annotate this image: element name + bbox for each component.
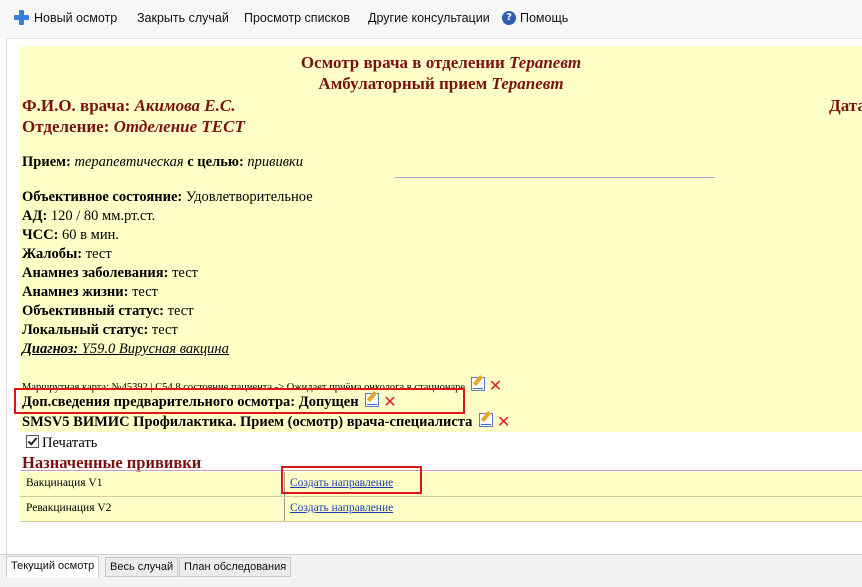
date-label: Дата <box>829 96 862 115</box>
edit-icon[interactable] <box>478 413 493 427</box>
bottom-tabs: Текущий осмотр Весь случай План обследов… <box>0 554 862 587</box>
plus-icon[interactable] <box>14 10 29 25</box>
new-exam-button[interactable]: Новый осмотр <box>34 11 117 25</box>
field-blood-pressure: АД: 120 / 80 мм.рт.ст. <box>22 208 156 224</box>
field-disease-history: Анамнез заболевания: тест <box>22 265 198 281</box>
department-line: Отделение: Отделение ТЕСТ <box>22 117 245 136</box>
delete-icon[interactable]: ✕ <box>489 378 502 394</box>
table-row: Вакцинация V1 Создать направление <box>20 472 862 497</box>
document-title: Осмотр врача в отделении Терапевт <box>300 53 582 72</box>
highlight-box <box>281 466 422 494</box>
field-life-history: Анамнез жизни: тест <box>22 284 158 300</box>
field-objective-status: Объективный статус: тест <box>22 303 194 319</box>
vaccinations-table: Вакцинация V1 Создать направление Ревакц… <box>20 472 862 522</box>
smsv-line: SMSV5 ВИМИС Профилактика. Прием (осмотр)… <box>22 412 511 431</box>
field-objective-state: Объективное состояние: Удовлетворительно… <box>22 189 313 205</box>
vaccination-name: Ревакцинация V2 <box>26 502 112 514</box>
department-name: Отделение ТЕСТ <box>113 117 245 136</box>
help-button[interactable]: Помощь <box>520 11 568 25</box>
doctor-name: Акимова Е.С. <box>134 96 236 115</box>
field-complaints: Жалобы: тест <box>22 246 112 262</box>
print-checkbox-row[interactable]: Печатать <box>26 435 97 452</box>
table-row: Ревакцинация V2 Создать направление <box>20 497 862 522</box>
toolbar: Новый осмотр Закрыть случай Просмотр спи… <box>0 0 862 38</box>
other-consults-button[interactable]: Другие консультации <box>368 11 490 25</box>
tab-examination-plan[interactable]: План обследования <box>179 557 292 577</box>
create-referral-link[interactable]: Создать направление <box>290 502 393 514</box>
highlight-box <box>14 388 465 414</box>
help-icon[interactable]: ? <box>502 11 516 25</box>
diagnosis-line: Диагноз: Y59.0 Вирусная вакцина <box>22 341 229 357</box>
divider <box>20 470 862 471</box>
close-case-button[interactable]: Закрыть случай <box>137 11 229 25</box>
divider <box>395 177 715 178</box>
tab-current-exam[interactable]: Текущий осмотр <box>6 556 100 578</box>
print-checkbox[interactable] <box>26 435 39 448</box>
divider <box>284 497 285 521</box>
edit-icon[interactable] <box>470 377 485 391</box>
vaccination-name: Вакцинация V1 <box>26 477 103 489</box>
print-label: Печатать <box>42 435 98 451</box>
document-subtitle: Амбулаторный прием Терапевт <box>318 74 564 93</box>
delete-icon[interactable]: ✕ <box>497 414 510 430</box>
field-heart-rate: ЧСС: 60 в мин. <box>22 227 119 243</box>
reception-line: Прием: терапевтическая с целью: прививки <box>22 154 304 170</box>
field-local-status: Локальный статус: тест <box>22 322 178 338</box>
view-lists-button[interactable]: Просмотр списков <box>244 11 350 25</box>
doctor-line: Ф.И.О. врача: Акимова Е.С. <box>22 96 236 115</box>
tab-whole-case[interactable]: Весь случай <box>105 557 179 577</box>
